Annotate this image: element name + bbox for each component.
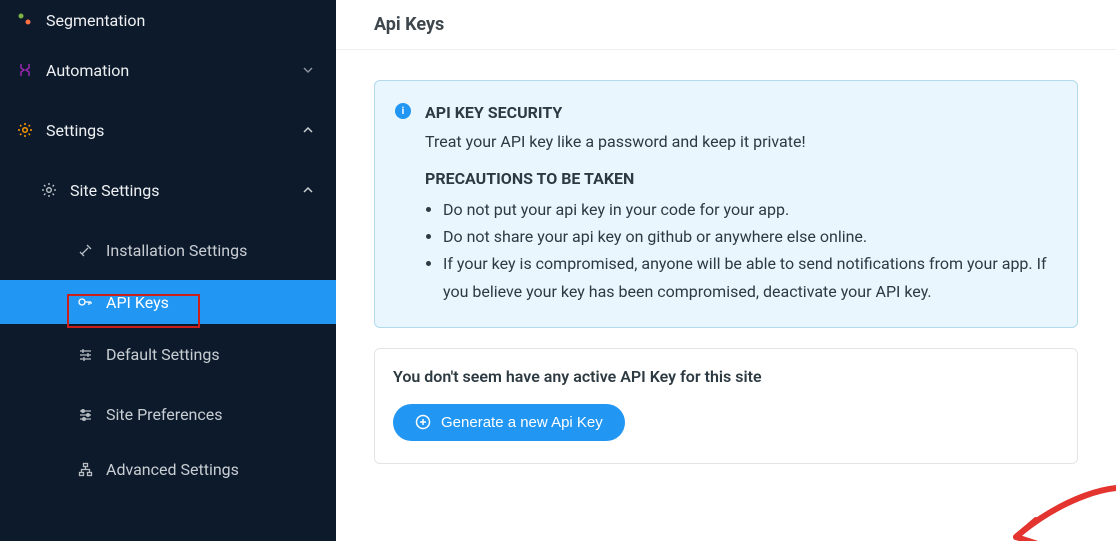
sidebar-item-label: Site Settings bbox=[70, 181, 160, 200]
sidebar-item-settings[interactable]: Settings bbox=[0, 100, 336, 160]
sidebar-item-label: API Keys bbox=[106, 293, 169, 312]
preferences-icon bbox=[76, 405, 94, 423]
annotation-arrow bbox=[996, 472, 1116, 541]
info-heading: API KEY SECURITY bbox=[425, 103, 1051, 122]
sidebar-item-label: Advanced Settings bbox=[106, 460, 239, 479]
plus-circle-icon bbox=[415, 414, 431, 430]
page-title: Api Keys bbox=[374, 14, 1078, 35]
key-icon bbox=[76, 293, 94, 311]
page-header: Api Keys bbox=[336, 0, 1116, 50]
sidebar-item-label: Site Preferences bbox=[106, 405, 223, 424]
automation-icon bbox=[16, 61, 34, 79]
sidebar-item-default-settings[interactable]: Default Settings bbox=[0, 324, 336, 384]
sidebar-item-site-settings[interactable]: Site Settings bbox=[0, 160, 336, 220]
no-api-key-message: You don't seem have any active API Key f… bbox=[393, 367, 1059, 386]
sliders-icon bbox=[76, 345, 94, 363]
precaution-item: If your key is compromised, anyone will … bbox=[443, 250, 1051, 304]
segmentation-icon bbox=[16, 11, 34, 29]
chevron-up-icon bbox=[302, 124, 314, 136]
sidebar-item-label: Settings bbox=[46, 121, 104, 140]
sidebar-item-label: Automation bbox=[46, 61, 129, 80]
sidebar-item-label: Segmentation bbox=[46, 11, 145, 30]
precautions-list: Do not put your api key in your code for… bbox=[425, 196, 1051, 305]
main-content: Api Keys i API KEY SECURITY Treat your A… bbox=[336, 0, 1116, 541]
sidebar-item-automation[interactable]: Automation bbox=[0, 40, 336, 100]
api-key-status-card: You don't seem have any active API Key f… bbox=[374, 348, 1078, 464]
generate-button-label: Generate a new Api Key bbox=[441, 414, 603, 431]
info-icon: i bbox=[395, 103, 411, 119]
hierarchy-icon bbox=[76, 460, 94, 478]
precaution-item: Do not share your api key on github or a… bbox=[443, 223, 1051, 250]
generate-api-key-button[interactable]: Generate a new Api Key bbox=[393, 404, 625, 441]
chevron-up-icon bbox=[302, 184, 314, 196]
security-info-card: i API KEY SECURITY Treat your API key li… bbox=[374, 80, 1078, 328]
sidebar-item-advanced-settings[interactable]: Advanced Settings bbox=[0, 444, 336, 494]
chevron-down-icon bbox=[302, 64, 314, 76]
wrench-icon bbox=[76, 241, 94, 259]
sidebar-item-api-keys[interactable]: API Keys bbox=[0, 280, 336, 324]
gear-icon bbox=[16, 121, 34, 139]
sidebar-item-label: Default Settings bbox=[106, 345, 220, 364]
info-subhead: Treat your API key like a password and k… bbox=[425, 132, 1051, 151]
sidebar-item-label: Installation Settings bbox=[106, 241, 247, 260]
precautions-heading: PRECAUTIONS TO BE TAKEN bbox=[425, 169, 1051, 188]
content-area: i API KEY SECURITY Treat your API key li… bbox=[336, 50, 1116, 494]
sidebar-item-installation-settings[interactable]: Installation Settings bbox=[0, 220, 336, 280]
precaution-item: Do not put your api key in your code for… bbox=[443, 196, 1051, 223]
sidebar: Segmentation Automation Settings Site Se… bbox=[0, 0, 336, 541]
gear-outline-icon bbox=[40, 181, 58, 199]
sidebar-item-site-preferences[interactable]: Site Preferences bbox=[0, 384, 336, 444]
sidebar-item-segmentation[interactable]: Segmentation bbox=[0, 0, 336, 40]
